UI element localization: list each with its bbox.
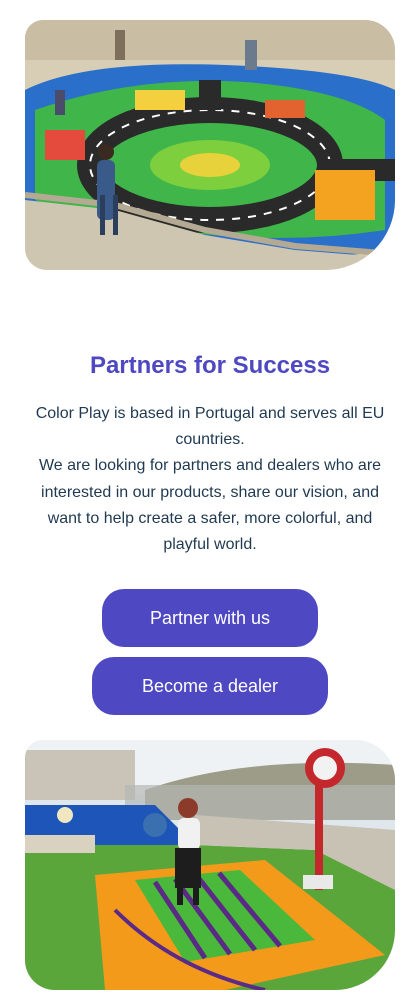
description-paragraph-2: We are looking for partners and dealers … — [38, 457, 382, 554]
playground-road-map-photo — [25, 20, 395, 270]
section-title: Partners for Success — [89, 352, 331, 379]
section-description: Color Play is based in Portugal and serv… — [26, 401, 394, 558]
description-paragraph-1: Color Play is based in Portugal and serv… — [35, 405, 385, 449]
partner-with-us-button[interactable]: Partner with us — [102, 589, 318, 647]
piano-floor-playground-photo — [25, 740, 395, 990]
become-a-dealer-button[interactable]: Become a dealer — [92, 657, 328, 715]
